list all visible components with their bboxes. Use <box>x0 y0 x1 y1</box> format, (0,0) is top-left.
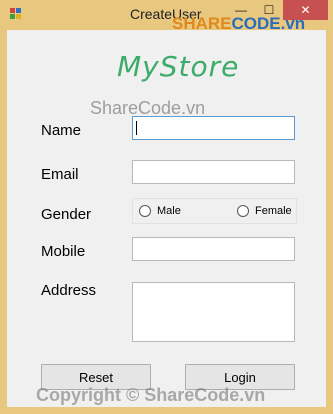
name-label: Name <box>41 122 82 139</box>
watermark-logo-share: SHARE <box>172 14 232 33</box>
male-radio[interactable] <box>139 205 151 217</box>
male-radio-label[interactable]: Male <box>157 205 181 217</box>
watermark-logo-code: CODE.vn <box>231 14 306 33</box>
sharecode-watermark-middle: ShareCode.vn <box>90 98 206 118</box>
form-area: MyStore Name Email Gender Male Female Mo… <box>7 30 326 407</box>
email-input[interactable] <box>132 160 295 184</box>
gender-label: Gender <box>41 206 92 223</box>
sharecode-watermark-bottom: Copyright © ShareCode.vn <box>36 385 266 405</box>
name-input[interactable] <box>132 116 295 140</box>
gender-radio-group: Male Female <box>132 198 297 224</box>
mobile-label: Mobile <box>41 243 86 260</box>
mobile-input[interactable] <box>132 237 295 261</box>
sharecode-watermark-logo: SHARECODE.vn <box>172 14 305 34</box>
brand-title: MyStore <box>117 50 240 83</box>
app-icon <box>10 8 21 19</box>
female-radio[interactable] <box>237 205 249 217</box>
address-textarea[interactable] <box>132 282 295 342</box>
female-radio-label[interactable]: Female <box>255 205 292 217</box>
text-caret <box>136 121 137 135</box>
app-window: CreateUser — ☐ ✕ MyStore Name Email Gend… <box>0 0 333 414</box>
email-label: Email <box>41 166 79 183</box>
address-label: Address <box>41 282 97 299</box>
